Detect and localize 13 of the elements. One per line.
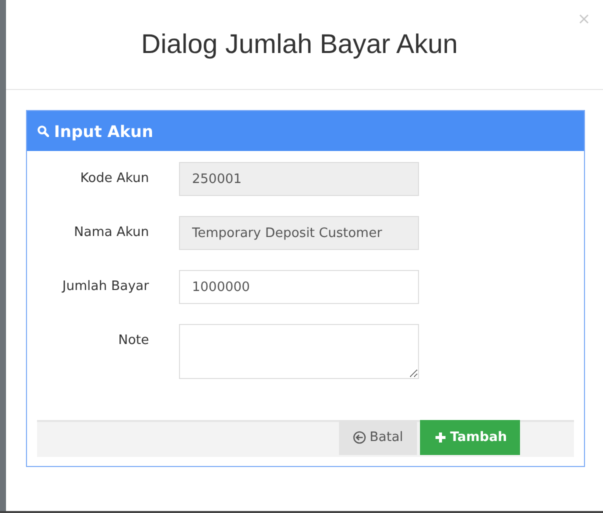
input-field[interactable]: 1000000 xyxy=(179,270,419,304)
search-icon xyxy=(37,125,49,137)
dialog-title: Dialog Jumlah Bayar Akun xyxy=(141,29,459,60)
plus-icon xyxy=(435,432,446,443)
field-label: Jumlah Bayar xyxy=(60,278,149,294)
note-field[interactable] xyxy=(179,324,419,379)
field-label: Kode Akun xyxy=(79,170,149,186)
close-icon[interactable] xyxy=(579,14,589,24)
cancel-button[interactable]: Batal xyxy=(338,420,418,455)
panel-title: Input Akun xyxy=(54,122,154,140)
field-label: Nama Akun xyxy=(73,224,149,240)
field-label: Note xyxy=(117,332,149,348)
back-arrow-icon xyxy=(352,431,366,444)
